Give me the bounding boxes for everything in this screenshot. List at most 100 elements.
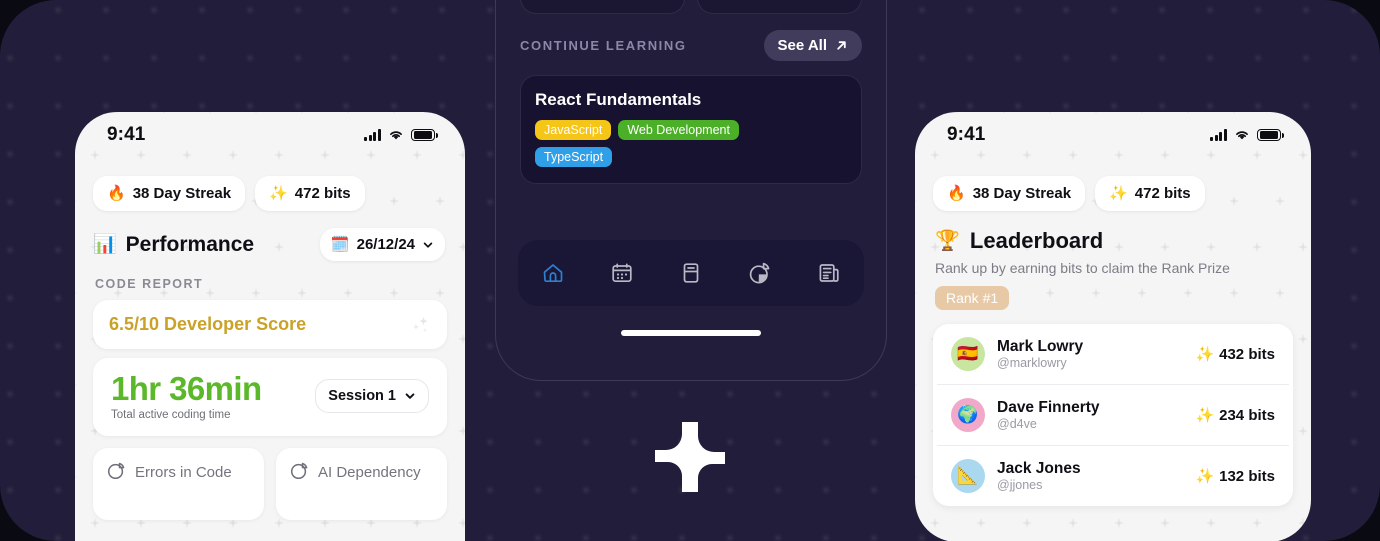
time-block: 1hr 36min Total active coding time (111, 372, 262, 421)
errors-in-code-label: Errors in Code (135, 463, 232, 481)
metric-card-row: Errors in Code AI Dependency (93, 447, 447, 520)
wifi-icon (1236, 131, 1248, 140)
partial-cards-row (504, 0, 878, 14)
sparkles-emoji: ✨ (1195, 406, 1215, 424)
leaderboard-list: 🇪🇸 Mark Lowry @marklowry ✨ 432 bits 🌍 Dave Fin… (933, 324, 1293, 506)
center-phone-screen: CONTINUE LEARNING See All React Fundamen… (504, 0, 878, 354)
battery-icon (1257, 128, 1284, 142)
active-coding-time-card[interactable]: 1hr 36min Total active coding time Sessi… (93, 358, 447, 436)
errors-in-code-card[interactable]: Errors in Code (93, 447, 264, 520)
nav-home-icon[interactable] (540, 260, 566, 286)
bits-label: 472 bits (1134, 185, 1191, 202)
see-all-label: See All (777, 37, 827, 54)
leaderboard-user: Mark Lowry @marklowry (997, 338, 1183, 371)
course-tag[interactable]: TypeScript (535, 147, 613, 167)
chevron-down-icon (404, 390, 416, 402)
partial-card-right[interactable] (697, 0, 862, 14)
session-label: Session 1 (328, 388, 396, 405)
user-bits-value: 132 bits (1219, 467, 1275, 485)
nav-pie-chart-icon[interactable] (747, 260, 773, 286)
pie-chart-icon (290, 461, 309, 484)
streak-label: 38 Day Streak (972, 185, 1072, 202)
status-indicators (364, 128, 438, 142)
leaderboard-title: 🏆 Leaderboard (915, 211, 1311, 254)
user-bits-value: 234 bits (1219, 406, 1275, 424)
avatar: 📐 (951, 459, 985, 493)
see-all-button[interactable]: See All (763, 30, 862, 61)
course-tag-list: JavaScript Web Development TypeScript (535, 120, 775, 167)
app-showcase-stage: 9:41 🔥 38 Day Streak ✨ 472 bits 📊 Perfor… (0, 0, 1380, 541)
session-selector[interactable]: Session 1 (315, 379, 429, 414)
bits-pill[interactable]: ✨ 472 bits (1095, 176, 1205, 211)
trophy-emoji: 🏆 (935, 230, 960, 252)
section-label-continue-learning: CONTINUE LEARNING (520, 38, 687, 53)
leaderboard-user: Dave Finnerty @d4ve (997, 399, 1183, 432)
leaderboard-row[interactable]: 📐 Jack Jones @jjones ✨ 132 bits (937, 446, 1289, 506)
performance-header: 📊 Performance 🗓️ 26/12/24 (75, 211, 465, 261)
nav-news-icon[interactable] (816, 260, 842, 286)
user-handle: @d4ve (997, 417, 1037, 432)
stats-pill-row-left: 🔥 38 Day Streak ✨ 472 bits (75, 158, 465, 211)
bottom-navigation-bar (518, 240, 864, 306)
user-handle: @jjones (997, 478, 1043, 493)
leaderboard-row[interactable]: 🌍 Dave Finnerty @d4ve ✨ 234 bits (937, 385, 1289, 446)
battery-icon (411, 128, 438, 142)
user-bits: ✨ 432 bits (1195, 346, 1275, 363)
sparkles-emoji: ✨ (269, 185, 288, 202)
course-title: React Fundamentals (535, 90, 702, 109)
developer-score-card[interactable]: 6.5/10 Developer Score (93, 300, 447, 349)
cellular-signal-icon (364, 129, 381, 141)
ai-dependency-card[interactable]: AI Dependency (276, 447, 447, 520)
pie-chart-icon (107, 461, 126, 484)
user-name: Jack Jones (997, 459, 1081, 477)
status-time: 9:41 (947, 124, 986, 145)
leaderboard-subtitle: Rank up by earning bits to claim the Ran… (935, 260, 1230, 276)
user-name: Dave Finnerty (997, 398, 1100, 416)
streak-pill[interactable]: 🔥 38 Day Streak (933, 176, 1086, 211)
ai-dependency-label: AI Dependency (318, 463, 421, 481)
streak-label: 38 Day Streak (132, 185, 232, 202)
chevron-down-icon (422, 239, 434, 251)
date-selector[interactable]: 🗓️ 26/12/24 (319, 228, 445, 261)
nav-calendar-icon[interactable] (609, 260, 635, 286)
leaderboard-row[interactable]: 🇪🇸 Mark Lowry @marklowry ✨ 432 bits (937, 324, 1289, 385)
wifi-icon (390, 131, 402, 140)
home-indicator (621, 330, 761, 336)
sparkle-icon (409, 315, 431, 335)
plus-cross-logo (651, 418, 729, 496)
right-phone-screen: 9:41 🔥 38 Day Streak ✨ 472 bits 🏆 Leader… (915, 112, 1311, 541)
performance-title-text: Performance (125, 232, 255, 256)
bits-label: 472 bits (294, 185, 351, 202)
leaderboard-title-text: Leaderboard (969, 228, 1104, 253)
date-value: 26/12/24 (356, 236, 415, 253)
center-phone-frame: CONTINUE LEARNING See All React Fundamen… (495, 0, 887, 381)
arrow-up-right-icon (835, 39, 848, 52)
sparkles-emoji: ✨ (1195, 467, 1215, 485)
partial-card-left[interactable] (520, 0, 685, 14)
calendar-emoji: 🗓️ (330, 236, 350, 253)
avatar: 🇪🇸 (951, 337, 985, 371)
fire-emoji: 🔥 (107, 185, 126, 202)
streak-pill[interactable]: 🔥 38 Day Streak (93, 176, 246, 211)
leaderboard-user: Jack Jones @jjones (997, 460, 1183, 493)
sparkles-emoji: ✨ (1195, 345, 1215, 363)
status-bar-right: 9:41 (915, 112, 1311, 158)
user-name: Mark Lowry (997, 337, 1084, 355)
status-badge: Rank #1 (935, 286, 1010, 310)
active-time-value: 1hr 36min (111, 370, 262, 407)
course-tag[interactable]: JavaScript (535, 120, 612, 140)
status-indicators (1210, 128, 1284, 142)
left-phone-screen: 9:41 🔥 38 Day Streak ✨ 472 bits 📊 Perfor… (75, 112, 465, 541)
course-tag[interactable]: Web Development (618, 120, 739, 140)
stats-pill-row-right: 🔥 38 Day Streak ✨ 472 bits (915, 158, 1311, 211)
user-handle: @marklowry (997, 356, 1067, 371)
user-bits: ✨ 234 bits (1195, 407, 1275, 424)
fire-emoji: 🔥 (947, 185, 966, 202)
continue-learning-header: CONTINUE LEARNING See All (504, 14, 878, 61)
course-card[interactable]: React Fundamentals JavaScript Web Develop… (520, 75, 862, 184)
bits-pill[interactable]: ✨ 472 bits (255, 176, 365, 211)
cellular-signal-icon (1210, 129, 1227, 141)
page-title: 📊 Performance (93, 233, 254, 257)
section-label-code-report: CODE REPORT (95, 277, 204, 291)
nav-book-icon[interactable] (678, 260, 704, 286)
